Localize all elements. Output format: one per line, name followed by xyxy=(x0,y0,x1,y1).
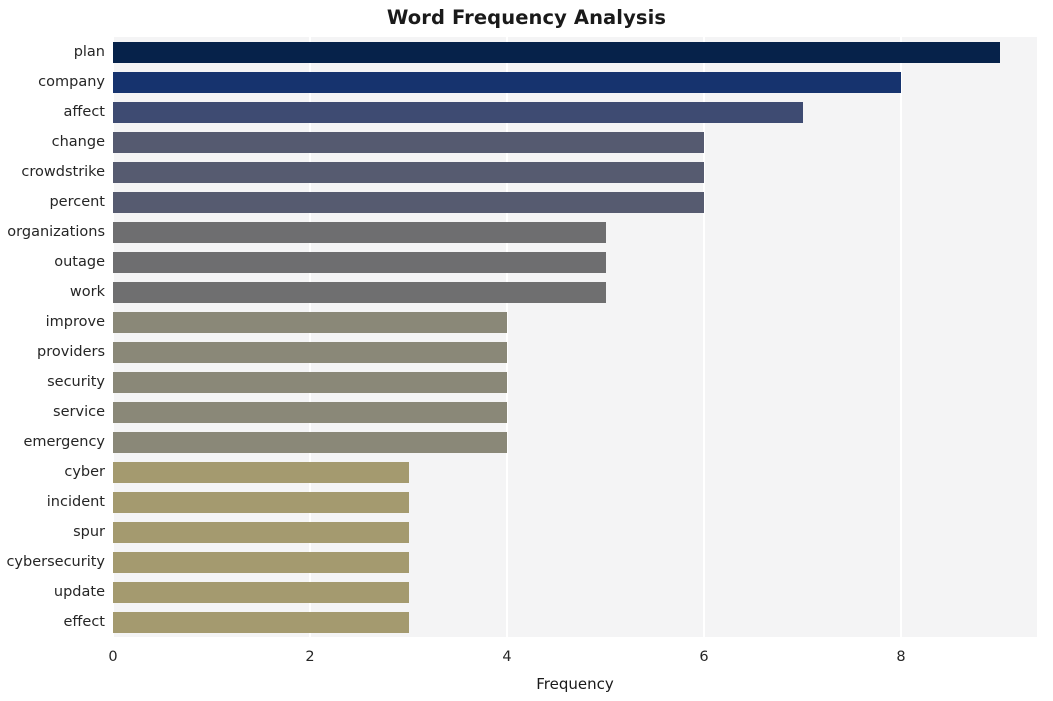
y-tick-label-affect: affect xyxy=(63,104,105,120)
bar-improve xyxy=(113,311,508,333)
bar-affect xyxy=(113,101,803,123)
x-tick-label-0: 0 xyxy=(108,649,118,665)
y-tick-label-company: company xyxy=(38,74,105,90)
y-tick-label-security: security xyxy=(47,374,105,390)
x-tick-label-4: 4 xyxy=(502,649,512,665)
word-frequency-chart: Word Frequency Analysis plan company affec… xyxy=(0,0,1053,701)
y-tick-label-change: change xyxy=(51,134,105,150)
y-tick-label-effect: effect xyxy=(63,614,106,630)
bar-row xyxy=(113,311,1037,333)
bar-row xyxy=(113,611,1037,633)
bar-row xyxy=(113,551,1037,573)
y-tick-label-cybersecurity: cybersecurity xyxy=(6,554,105,570)
y-axis-tick-labels: plan company affect change crowdstrike percen… xyxy=(0,37,105,637)
y-tick-label-providers: providers xyxy=(37,344,105,360)
bars-layer xyxy=(113,37,1037,637)
bar-plan xyxy=(113,41,1000,63)
bar-row xyxy=(113,371,1037,393)
y-tick-label-service: service xyxy=(53,404,105,420)
bar-work xyxy=(113,281,606,303)
x-tick-label-8: 8 xyxy=(896,649,906,665)
y-tick-label-incident: incident xyxy=(46,494,105,510)
bar-organizations xyxy=(113,221,606,243)
y-tick-label-spur: spur xyxy=(73,524,105,540)
bar-service xyxy=(113,401,508,423)
bar-row xyxy=(113,491,1037,513)
plot-area xyxy=(113,37,1037,637)
bar-crowdstrike xyxy=(113,161,705,183)
y-tick-label-organizations: organizations xyxy=(7,224,105,240)
bar-row xyxy=(113,251,1037,273)
bar-percent xyxy=(113,191,705,213)
bar-row xyxy=(113,221,1037,243)
bar-row xyxy=(113,161,1037,183)
bar-row xyxy=(113,431,1037,453)
x-axis: 0 2 4 6 8 Frequency xyxy=(0,637,1053,701)
bar-cybersecurity xyxy=(113,551,409,573)
bar-row xyxy=(113,281,1037,303)
bar-row xyxy=(113,101,1037,123)
bar-row xyxy=(113,191,1037,213)
bar-company xyxy=(113,71,902,93)
y-tick-label-emergency: emergency xyxy=(23,434,105,450)
bar-row xyxy=(113,581,1037,603)
bar-cyber xyxy=(113,461,409,483)
bar-row xyxy=(113,341,1037,363)
bar-row xyxy=(113,461,1037,483)
y-tick-label-outage: outage xyxy=(54,254,105,270)
bar-effect xyxy=(113,611,409,633)
y-tick-label-work: work xyxy=(69,284,105,300)
chart-title: Word Frequency Analysis xyxy=(386,6,667,29)
y-tick-label-percent: percent xyxy=(49,194,105,210)
y-tick-label-improve: improve xyxy=(45,314,105,330)
bar-outage xyxy=(113,251,606,273)
bar-row xyxy=(113,41,1037,63)
bar-security xyxy=(113,371,508,393)
bar-incident xyxy=(113,491,409,513)
x-tick-label-2: 2 xyxy=(305,649,315,665)
bar-update xyxy=(113,581,409,603)
x-tick-label-6: 6 xyxy=(699,649,709,665)
bar-row xyxy=(113,401,1037,423)
bar-providers xyxy=(113,341,508,363)
bar-row xyxy=(113,521,1037,543)
bar-emergency xyxy=(113,431,508,453)
y-tick-label-cyber: cyber xyxy=(64,464,105,480)
bar-spur xyxy=(113,521,409,543)
y-tick-label-crowdstrike: crowdstrike xyxy=(21,164,105,180)
x-axis-label: Frequency xyxy=(536,675,614,693)
bar-row xyxy=(113,71,1037,93)
y-tick-label-plan: plan xyxy=(73,44,105,60)
bar-row xyxy=(113,131,1037,153)
bar-change xyxy=(113,131,705,153)
y-tick-label-update: update xyxy=(53,584,105,600)
